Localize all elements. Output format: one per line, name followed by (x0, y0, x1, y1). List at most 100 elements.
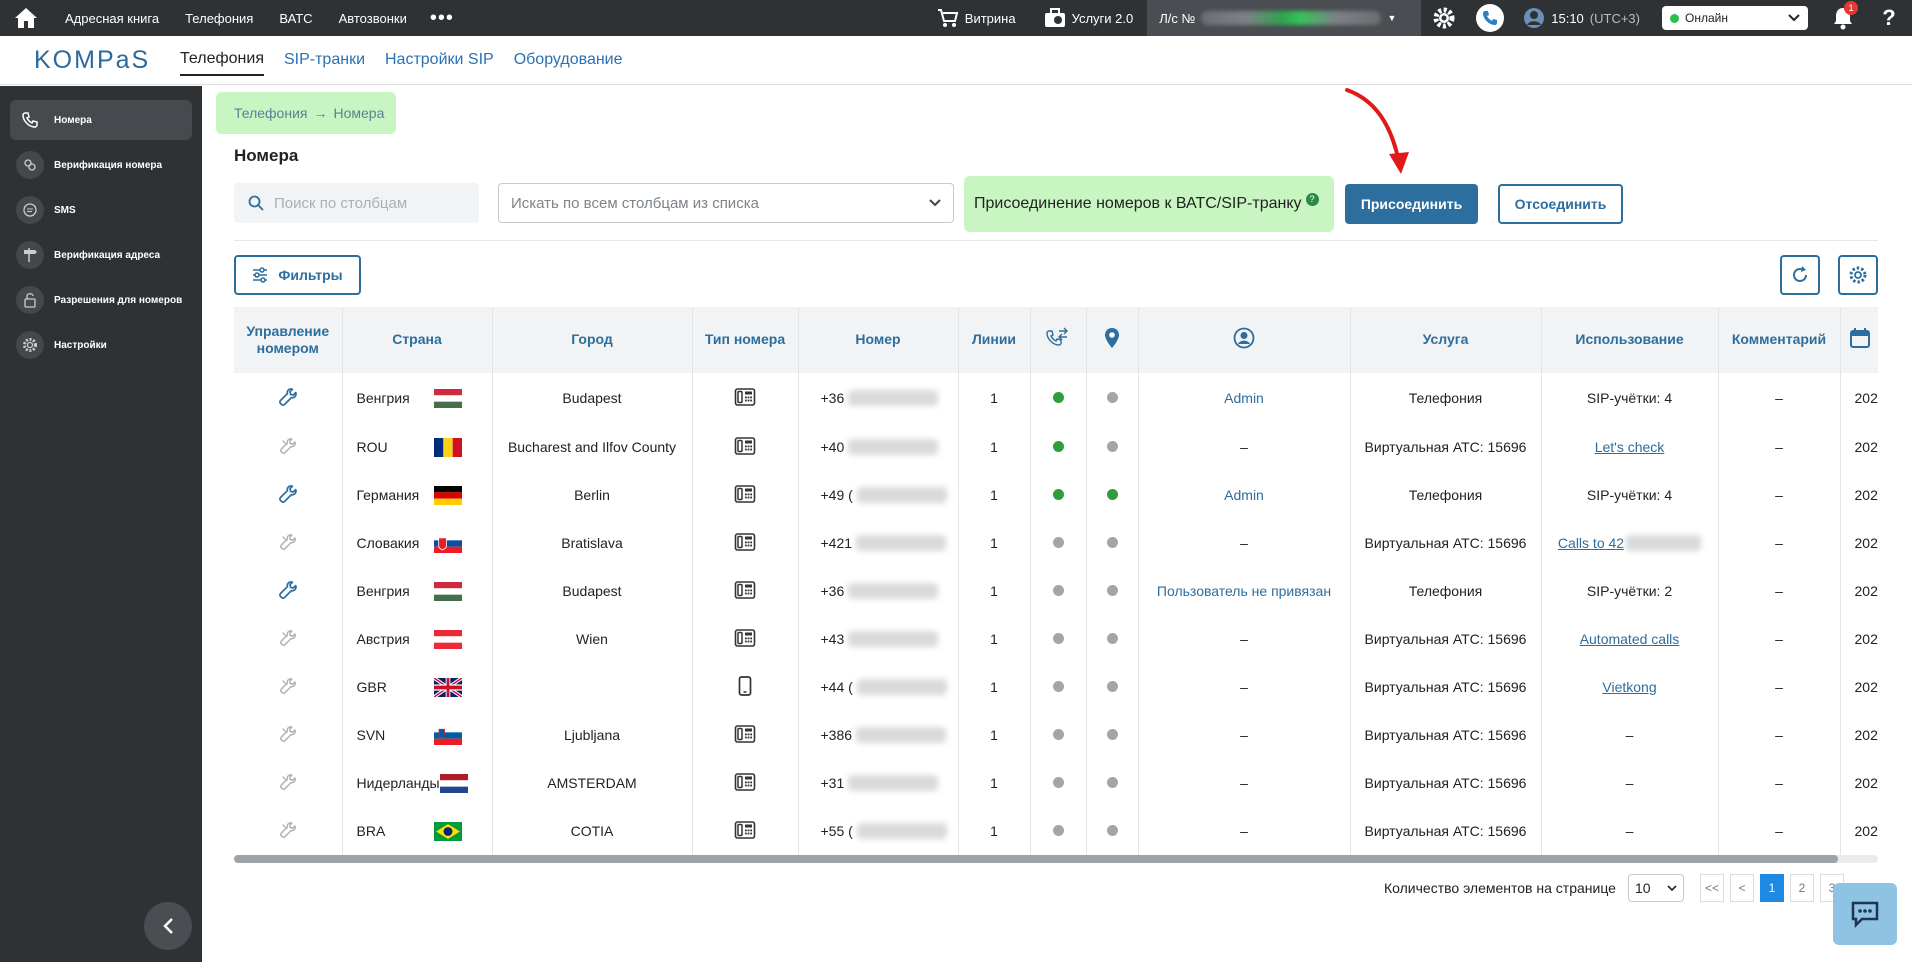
usage-link[interactable]: Calls to 42 (1557, 535, 1702, 551)
services-button[interactable]: Услуги 2.0 (1030, 8, 1148, 28)
table-row[interactable]: GBR +44 ( 1 – Виртуальная АТС: 15696 Vie… (234, 663, 1878, 711)
table-settings-button[interactable] (1838, 255, 1878, 295)
city-cell: AMSTERDAM (492, 759, 693, 807)
manage-cell[interactable] (234, 373, 343, 423)
page-prev-button[interactable]: < (1729, 874, 1754, 902)
breadcrumb-parent[interactable]: Телефония (234, 105, 307, 121)
chat-button[interactable] (1833, 883, 1897, 945)
manage-cell[interactable] (234, 567, 343, 615)
table-row[interactable]: Венгрия Budapest +36 1 Admin Телефония S… (234, 373, 1878, 423)
attach-button[interactable]: Присоединить (1345, 184, 1478, 224)
comment-cell: – (1718, 471, 1841, 519)
city-cell: Bratislava (492, 519, 693, 567)
sidebar-item-label: SMS (54, 204, 76, 216)
manage-cell[interactable] (234, 807, 343, 855)
showcase-button[interactable]: Витрина (923, 8, 1030, 28)
table-row[interactable]: Нидерланды AMSTERDAM +31 1 – Виртуальная… (234, 759, 1878, 807)
home-button[interactable] (0, 0, 52, 36)
header-number-type[interactable]: Тип номера (692, 307, 799, 373)
status-dot (1052, 537, 1064, 548)
header-number[interactable]: Номер (798, 307, 959, 373)
tab-sip-settings[interactable]: Настройки SIP (385, 45, 494, 75)
wrench-icon[interactable] (278, 387, 298, 410)
manage-cell[interactable] (234, 471, 343, 519)
table-row[interactable]: Словакия Bratislava +421 1 – Виртуальная… (234, 519, 1878, 567)
search-input[interactable] (274, 194, 464, 212)
user-cell: – (1138, 759, 1351, 807)
header-service[interactable]: Услуга (1350, 307, 1542, 373)
status-select[interactable]: Онлайн (1662, 6, 1808, 30)
table-row[interactable]: SVN Ljubljana +386 1 – Виртуальная АТС: … (234, 711, 1878, 759)
page-first-button[interactable]: << (1699, 874, 1724, 902)
manage-cell[interactable] (234, 423, 343, 471)
horizontal-scrollbar[interactable] (234, 855, 1878, 863)
page-button-2[interactable]: 2 (1789, 874, 1814, 902)
usage-link[interactable]: Vietkong (1602, 679, 1656, 695)
account-selector[interactable]: Л/с № ▼ (1147, 0, 1422, 36)
usage-link[interactable]: Let's check (1595, 439, 1665, 455)
detach-button[interactable]: Отсоединить (1498, 184, 1623, 224)
header-user[interactable] (1138, 307, 1351, 373)
refresh-button[interactable] (1780, 255, 1820, 295)
column-search-select[interactable]: Искать по всем столбцам из списка (498, 183, 954, 223)
settings-button[interactable] (1421, 0, 1467, 36)
page-button-1[interactable]: 1 (1759, 874, 1784, 902)
user-link[interactable]: Admin (1224, 487, 1264, 503)
sidebar-item-settings[interactable]: Настройки (10, 325, 192, 365)
tab-equipment[interactable]: Оборудование (514, 45, 623, 75)
wrench-icon[interactable] (278, 580, 298, 603)
notifications-button[interactable]: 1 (1820, 0, 1866, 36)
more-menu-button[interactable]: ••• (420, 8, 464, 28)
per-page-select[interactable]: 10 (1627, 874, 1684, 902)
header-comment[interactable]: Комментарий (1718, 307, 1841, 373)
home-icon (15, 8, 37, 28)
usage-link[interactable]: Automated calls (1580, 631, 1680, 647)
manage-cell[interactable] (234, 519, 343, 567)
header-forwarding[interactable] (1030, 307, 1087, 373)
sidebar-item-sms[interactable]: SMS (10, 190, 192, 230)
tab-sip-trunks[interactable]: SIP-транки (284, 45, 365, 75)
numbers-table-container[interactable]: Управление номером Страна Город Тип номе… (234, 307, 1878, 859)
status-dot (1052, 633, 1064, 644)
filters-button[interactable]: Фильтры (234, 255, 361, 295)
sidebar-item-address-verification[interactable]: Верификация адреса (10, 235, 192, 275)
usage-value: SIP-учётки: 2 (1586, 583, 1673, 599)
table-row[interactable]: ROU Bucharest and Ilfov County +40 1 – В… (234, 423, 1878, 471)
table-row[interactable]: Венгрия Budapest +36 1 Пользователь не п… (234, 567, 1878, 615)
location-status-cell (1086, 615, 1139, 663)
help-button[interactable]: ? (1866, 0, 1912, 36)
user-link[interactable]: Admin (1224, 390, 1264, 406)
header-manage[interactable]: Управление номером (234, 307, 343, 373)
manage-cell[interactable] (234, 663, 343, 711)
softphone-button[interactable] (1467, 0, 1513, 36)
help-circle-icon[interactable]: ? (1305, 192, 1319, 206)
sidebar-item-number-verification[interactable]: Верификация номера (10, 145, 192, 185)
menu-autocalls[interactable]: Автозвонки (326, 11, 420, 26)
wrench-icon[interactable] (278, 484, 298, 507)
sidebar-item-numbers[interactable]: Номера (10, 100, 192, 140)
manage-cell[interactable] (234, 711, 343, 759)
header-date[interactable] (1840, 307, 1878, 373)
usage-link-text: Calls to 42 (1557, 535, 1625, 551)
user-link[interactable]: Пользователь не привязан (1157, 583, 1331, 599)
table-row[interactable]: BRA COTIA +55 ( 1 – Виртуальная АТС: 156… (234, 807, 1878, 855)
menu-vats[interactable]: ВАТС (266, 11, 325, 26)
sidebar-item-number-permissions[interactable]: Разрешения для номеров (10, 280, 192, 320)
table-row[interactable]: Германия Berlin +49 ( 1 Admin Телефония … (234, 471, 1878, 519)
table-row[interactable]: Австрия Wien +43 1 – Виртуальная АТС: 15… (234, 615, 1878, 663)
header-city[interactable]: Город (492, 307, 693, 373)
tab-telephony[interactable]: Телефония (180, 44, 264, 76)
header-usage[interactable]: Использование (1541, 307, 1719, 373)
header-country[interactable]: Страна (342, 307, 493, 373)
scrollbar-thumb[interactable] (234, 855, 1838, 863)
menu-address-book[interactable]: Адресная книга (52, 11, 172, 26)
menu-telephony[interactable]: Телефония (172, 11, 266, 26)
date-cell: 2023 (1840, 471, 1878, 519)
collapse-sidebar-button[interactable] (144, 902, 192, 950)
number-type-cell (692, 663, 799, 711)
header-lines[interactable]: Линии (958, 307, 1031, 373)
manage-cell[interactable] (234, 615, 343, 663)
header-location[interactable] (1086, 307, 1139, 373)
gear-icon (1849, 266, 1867, 284)
manage-cell[interactable] (234, 759, 343, 807)
